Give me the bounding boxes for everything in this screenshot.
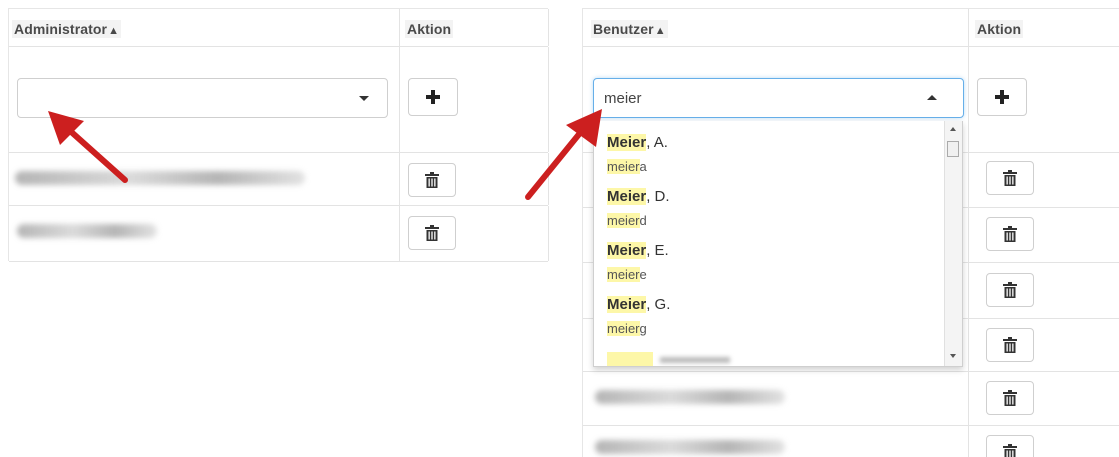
option-name: Meier, A. (607, 134, 668, 151)
trash-icon (1003, 226, 1017, 242)
user-header-action-cell: Aktion (969, 9, 1119, 46)
delete-button[interactable] (408, 216, 456, 250)
option-name: Meier, E. (607, 242, 669, 259)
option-name: Meier, G. (607, 296, 670, 313)
admin-table-header: Administrator▲ Aktion (9, 9, 549, 47)
annotation-arrow-left (48, 111, 128, 183)
option-surname-match: Meier (607, 188, 647, 205)
user-header-name-cell: Benutzer▲ (583, 9, 969, 46)
user-row-action-cell (969, 372, 1119, 425)
user-select-dropdown[interactable]: Meier, A. meiera Meier, D. meierd Meier,… (593, 121, 963, 367)
user-row-action-cell (969, 208, 1119, 262)
option-login: meiera (607, 159, 647, 174)
chevron-up-icon[interactable] (927, 95, 937, 100)
trash-icon (1003, 390, 1017, 406)
option-login-rest: a (639, 159, 647, 174)
option-login-match: meier (607, 267, 640, 282)
dropdown-option[interactable]: Meier, D. meierd (594, 175, 944, 231)
user-row-action-cell (969, 263, 1119, 318)
user-add-button[interactable] (977, 78, 1027, 116)
admin-add-button[interactable] (408, 78, 458, 116)
screenshot-stage: Administrator▲ Aktion Benutzer▲ Aktion m… (0, 0, 1119, 457)
redacted-name (595, 440, 785, 454)
user-row-name-cell (583, 372, 969, 425)
delete-button[interactable] (408, 163, 456, 197)
admin-header-label[interactable]: Administrator▲ (12, 20, 122, 38)
option-surname-match: Meier (607, 242, 647, 259)
dropdown-options-list: Meier, A. meiera Meier, D. meierd Meier,… (594, 121, 944, 366)
option-initial: , G. (646, 296, 671, 313)
option-login-match: meier (607, 321, 640, 336)
dropdown-option[interactable]: Meier, A. meiera (594, 121, 944, 177)
trash-icon (1003, 282, 1017, 298)
scroll-down-icon[interactable] (950, 354, 956, 358)
delete-button[interactable] (986, 435, 1034, 457)
admin-header-text: Administrator (14, 21, 108, 37)
chevron-down-icon[interactable] (359, 96, 369, 101)
trash-icon (1003, 170, 1017, 186)
scrollbar-thumb[interactable] (947, 141, 959, 157)
option-login: meiere (607, 267, 647, 282)
dropdown-scrollbar[interactable] (944, 121, 962, 366)
sort-asc-icon: ▲ (108, 25, 120, 37)
user-header-text: Benutzer (593, 21, 654, 37)
user-header-label[interactable]: Benutzer▲ (591, 20, 668, 38)
plus-icon (426, 90, 440, 104)
trash-icon (425, 225, 439, 241)
dropdown-option[interactable]: Meier, E. meiere (594, 229, 944, 285)
partial-text (660, 357, 730, 363)
scroll-up-icon[interactable] (950, 127, 956, 131)
option-surname-match: Meier (607, 296, 647, 313)
trash-icon (1003, 337, 1017, 353)
plus-icon (995, 90, 1009, 104)
redacted-name (17, 224, 157, 238)
option-login-rest: g (639, 321, 647, 336)
option-login: meierg (607, 321, 647, 336)
dropdown-option-partial[interactable] (594, 349, 944, 366)
dropdown-option[interactable]: Meier, G. meierg (594, 283, 944, 339)
partial-highlight (607, 352, 653, 366)
option-login-match: meier (607, 159, 640, 174)
user-header-action-label: Aktion (975, 20, 1024, 38)
annotation-arrow-right (525, 109, 602, 200)
trash-icon (1003, 444, 1017, 457)
delete-button[interactable] (986, 217, 1034, 251)
admin-header-name-cell: Administrator▲ (9, 9, 400, 46)
user-row-action-cell (969, 153, 1119, 207)
user-select[interactable]: meier (593, 78, 964, 118)
option-initial: , D. (646, 188, 670, 205)
option-surname-match: Meier (607, 134, 647, 151)
delete-button[interactable] (986, 381, 1034, 415)
delete-button[interactable] (986, 161, 1034, 195)
option-login-rest: d (639, 213, 647, 228)
redacted-name (595, 390, 785, 404)
admin-row-name-cell (9, 206, 400, 261)
delete-button[interactable] (986, 273, 1034, 307)
user-table-header: Benutzer▲ Aktion (583, 9, 1119, 47)
trash-icon (425, 172, 439, 188)
user-row-action-cell (969, 426, 1119, 457)
admin-header-action-label: Aktion (405, 20, 454, 38)
user-add-action-cell (969, 47, 1119, 152)
admin-row-action-cell (400, 206, 549, 261)
option-initial: , E. (646, 242, 669, 259)
user-row-action-cell (969, 319, 1119, 371)
option-login-match: meier (607, 213, 640, 228)
option-login: meierd (607, 213, 647, 228)
user-row-name-cell (583, 426, 969, 457)
delete-button[interactable] (986, 328, 1034, 362)
table-row (9, 206, 549, 262)
option-name: Meier, D. (607, 188, 670, 205)
table-row (583, 372, 1119, 426)
option-initial: , A. (646, 134, 668, 151)
admin-header-action-cell: Aktion (400, 9, 549, 46)
table-row (583, 426, 1119, 457)
sort-asc-icon: ▲ (654, 25, 666, 37)
option-login-rest: e (639, 267, 647, 282)
